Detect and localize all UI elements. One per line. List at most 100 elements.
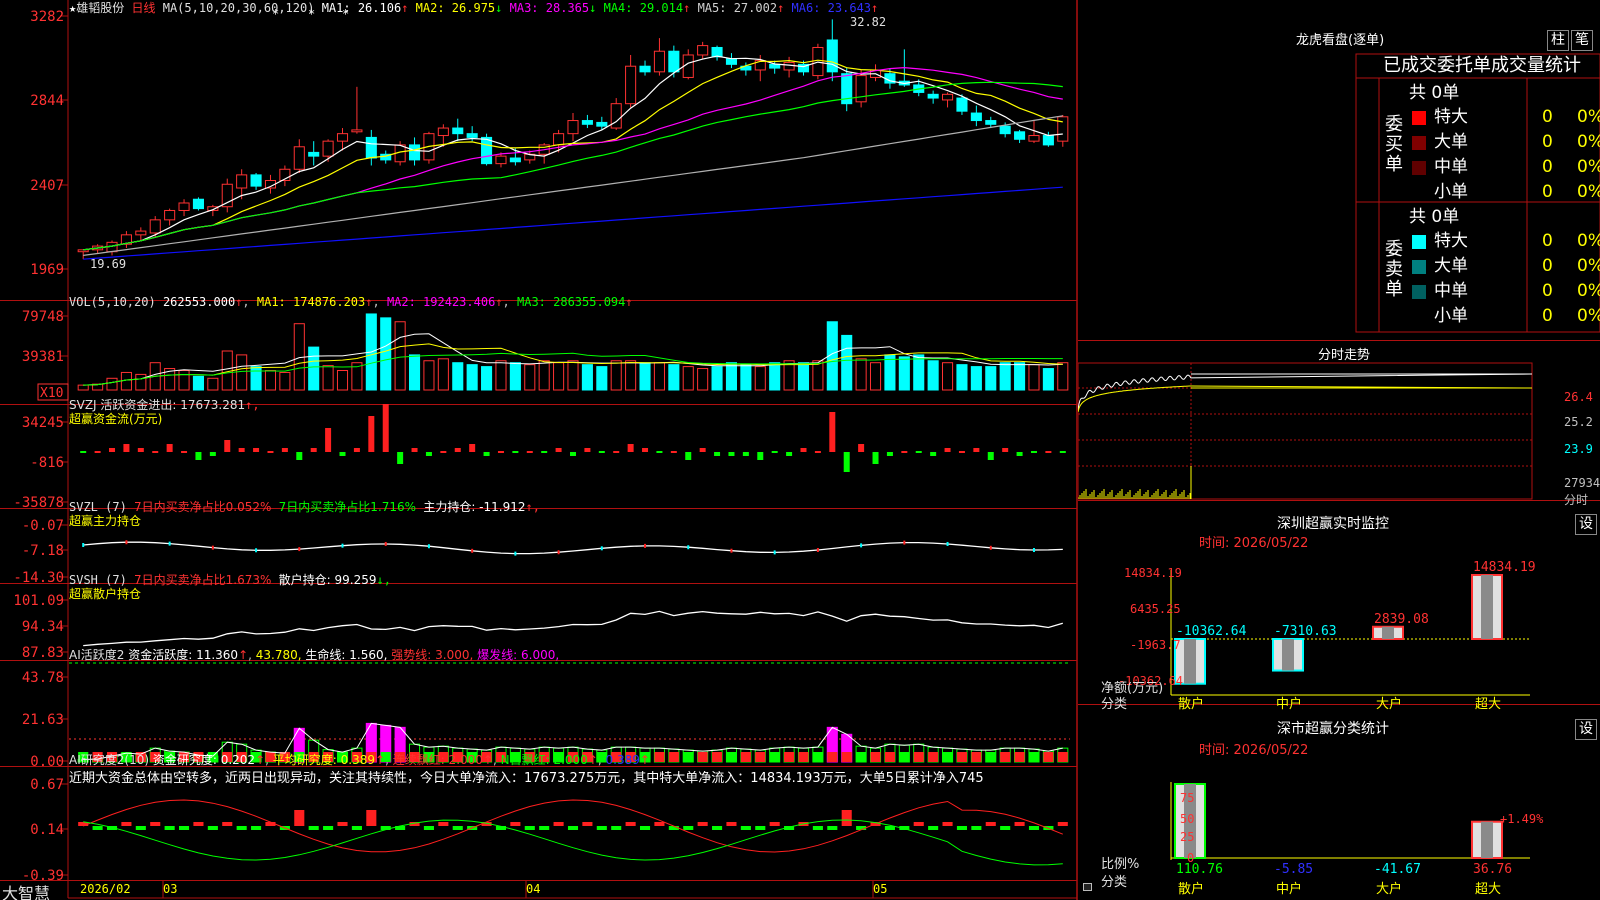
volume-bar: [236, 354, 248, 391]
volume-bar: [653, 362, 665, 391]
candle-body: [942, 93, 954, 101]
research-bar: [755, 826, 766, 830]
activity-base-bar: [784, 752, 795, 762]
x-axis-label-2: 04: [526, 882, 541, 896]
activity-base-bar: [712, 752, 723, 762]
vol-unit-label: X10: [40, 386, 63, 401]
stock-name[interactable]: 雄韬股份: [76, 1, 124, 15]
activity-base-bar: [812, 752, 823, 762]
candle-body: [567, 120, 579, 135]
candle-body: [293, 146, 305, 170]
candle-body: [308, 151, 320, 157]
sz-class-y-tick-3: 0: [1187, 851, 1195, 865]
candle-body: [711, 46, 723, 58]
volume-bar: [279, 371, 291, 391]
y-tick-label: -7.18: [22, 543, 64, 559]
vol-header: VOL(5,10,20) 262553.000↑, MA1: 174876.20…: [69, 295, 633, 309]
candle-body: [495, 155, 507, 165]
research-bar: [207, 826, 218, 830]
candle-body: [336, 133, 349, 142]
candle-body: [826, 39, 838, 73]
research-bar: [740, 826, 751, 830]
volume-bar: [970, 366, 982, 391]
research-bar: [164, 826, 175, 830]
svzl-tick: [341, 543, 344, 548]
candle-body: [322, 140, 334, 157]
volume-bar: [509, 362, 521, 391]
sz-monitor-settings-button[interactable]: 设: [1575, 514, 1597, 535]
flow-dash: [901, 451, 908, 453]
minute-y-tick-3: 27934: [1564, 476, 1600, 490]
flow-bar: [483, 452, 490, 456]
svzl-tick: [82, 543, 85, 548]
activity-base-bar: [913, 752, 924, 762]
volume-bar: [264, 370, 277, 391]
flow-bar: [109, 448, 116, 452]
volume-bar: [135, 373, 147, 391]
volume-bar: [942, 362, 954, 391]
flow-bar: [555, 448, 562, 452]
candle-body: [509, 157, 521, 163]
svzl-tick: [730, 548, 733, 553]
order-size-swatch: [1412, 186, 1426, 200]
order-size-pct: 0%: [1577, 132, 1600, 152]
research-bar: [423, 826, 434, 830]
volume-bar: [1014, 362, 1026, 391]
research-bar: [971, 826, 982, 830]
sell-total: 共 0单: [1409, 207, 1460, 227]
flow-bar: [642, 448, 649, 452]
activity-base-bar: [769, 752, 780, 762]
y-tick-label: -35878: [13, 495, 64, 511]
activity-base-bar: [683, 752, 694, 762]
research-bar: [1014, 822, 1025, 826]
volume-bar: [567, 360, 579, 391]
svzl-line: [83, 541, 1063, 555]
flow-bar: [757, 452, 764, 460]
svzl-tick: [471, 548, 474, 553]
lhb-zhu-button[interactable]: 柱: [1547, 30, 1569, 51]
activity-base-bar: [985, 752, 996, 762]
research-bar: [1000, 826, 1011, 830]
candle-body: [1042, 135, 1054, 146]
sz-monitor-y-tick-2: -1963.7: [1130, 638, 1181, 652]
order-size-name: 大单: [1434, 132, 1468, 152]
minute-y-tick-2: 23.9: [1564, 442, 1593, 456]
buy-total: 共 0单: [1409, 83, 1460, 103]
svzl-tick: [946, 541, 949, 546]
flow-bar: [786, 452, 793, 456]
research-bar: [625, 822, 636, 826]
candle-body: [1057, 116, 1069, 142]
flow-bar: [944, 448, 951, 452]
activity-base-bar: [740, 752, 751, 762]
candle-body: [77, 249, 89, 253]
volume-bar: [250, 366, 262, 391]
flow-bar: [397, 452, 404, 464]
y-tick-label: 34245: [22, 415, 64, 431]
sz-class-settings-button[interactable]: 设: [1575, 719, 1597, 740]
flow-dash: [1030, 451, 1037, 453]
volume-bar: [913, 354, 925, 391]
period-label[interactable]: 日线: [131, 1, 155, 15]
lhb-bi-button[interactable]: 笔: [1571, 30, 1593, 51]
flow-bar: [411, 448, 418, 452]
activity-base-bar: [1028, 752, 1040, 762]
flow-bar: [872, 452, 879, 464]
flow-bar: [973, 448, 980, 452]
candle-body: [466, 133, 478, 138]
sz-bar-value: -10362.64: [1176, 624, 1247, 639]
research-bar: [135, 826, 146, 830]
volume-bar: [120, 371, 132, 391]
ai1-header: AI活跃度2 资金活跃度: 11.360↑, 43.780, 生命线: 1.56…: [69, 648, 560, 662]
research-bar: [769, 822, 780, 826]
svzl-tick: [860, 543, 863, 548]
order-size-swatch: [1412, 235, 1426, 249]
volume-bar: [1057, 362, 1069, 391]
flow-bar: [742, 452, 749, 456]
svsh-subtitle: 超赢散户持仓: [69, 587, 142, 601]
ma6-value: MA6: 23.643↑: [791, 1, 879, 15]
category-label: 散户: [1178, 697, 1205, 712]
order-size-count: 0: [1542, 182, 1553, 202]
cls-bar-value: -5.85: [1274, 862, 1313, 877]
flow-bar: [584, 448, 591, 452]
flow-bar: [987, 452, 994, 460]
